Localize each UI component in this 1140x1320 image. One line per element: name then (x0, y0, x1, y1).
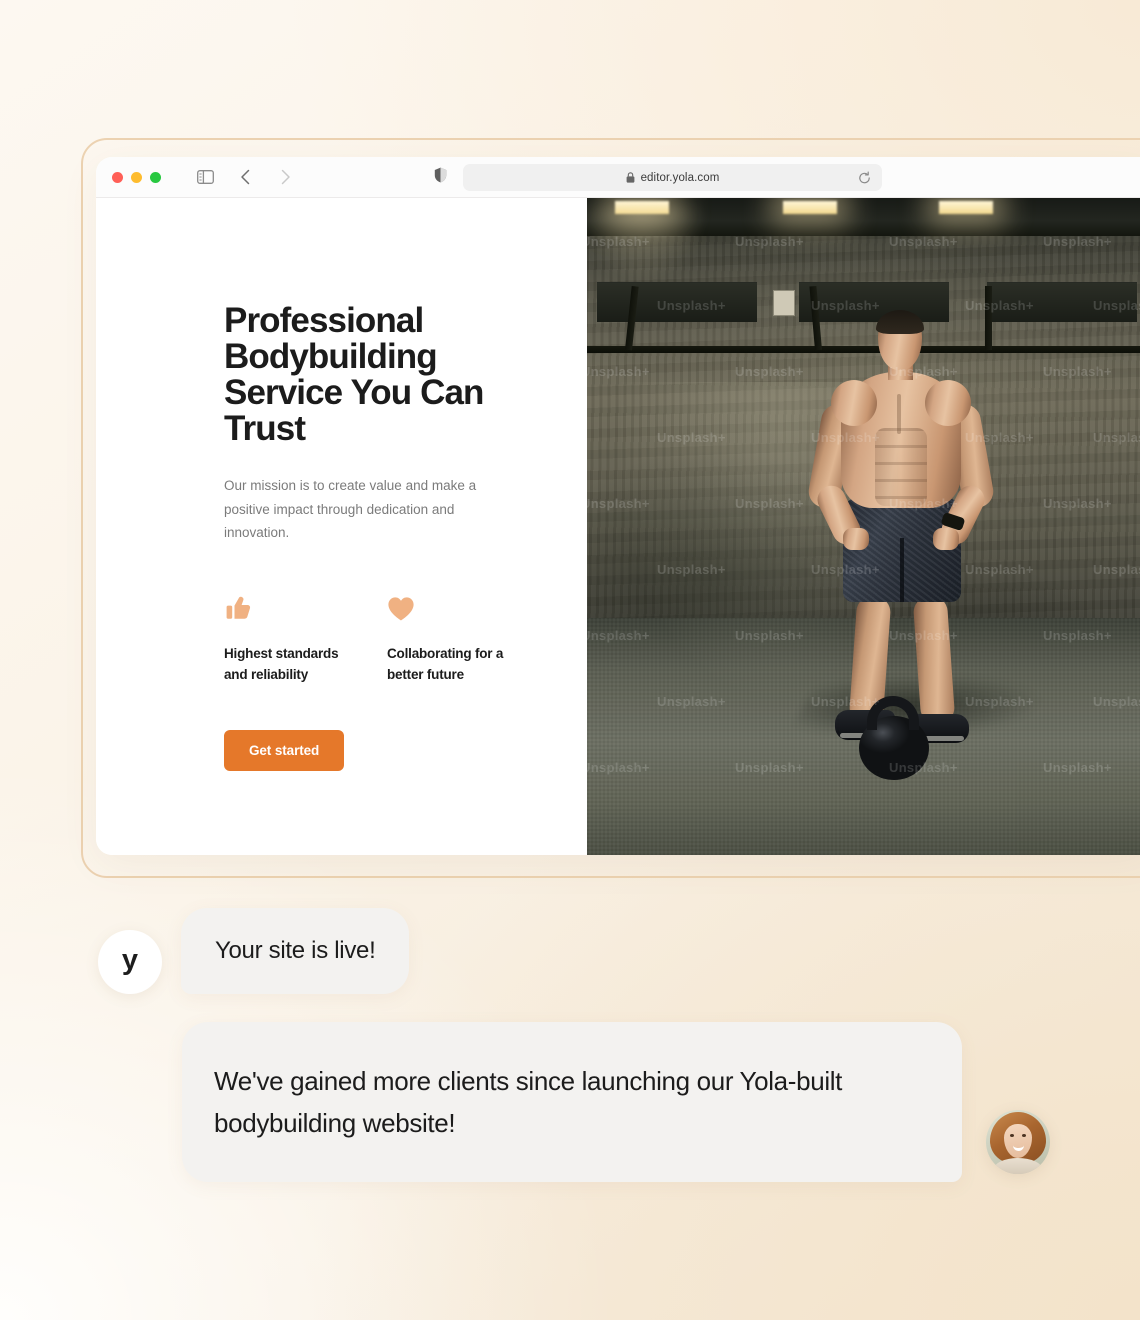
window-traffic-lights (112, 171, 161, 183)
toolbar-nav-icons (196, 169, 294, 185)
address-bar-group: editor.yola.com (434, 164, 882, 191)
chat-message-row: We've gained more clients since launchin… (182, 1022, 1050, 1183)
left-shoulder (831, 380, 877, 426)
abdominal-shading (875, 428, 927, 506)
close-window-button[interactable] (112, 171, 123, 183)
get-started-button[interactable]: Get started (224, 730, 345, 772)
avatar-shoulders (994, 1158, 1042, 1175)
promo-page: editor.yola.com Professional Bodybuildin… (0, 0, 1140, 1320)
chat-bubble-site-live: Your site is live! (181, 908, 410, 994)
chat-message-text: Your site is live! (215, 937, 376, 964)
user-photo-avatar (986, 1110, 1050, 1175)
feature-item-standards: Highest standards and reliability (224, 592, 387, 686)
chat-message-text: We've gained more clients since launchin… (214, 1066, 843, 1139)
gym-photo: Unsplash+ Unsplash+ Unsplash+ Unsplash+ … (587, 198, 1140, 855)
site-preview: Professional Bodybuilding Service You Ca… (96, 198, 1140, 855)
back-chevron-icon[interactable] (236, 169, 254, 185)
address-url-text: editor.yola.com (640, 171, 720, 184)
feature-label: Highest standards and reliability (224, 646, 339, 683)
hero-text-column: Professional Bodybuilding Service You Ca… (96, 198, 587, 855)
chat-bubble-testimonial: We've gained more clients since launchin… (182, 1022, 962, 1183)
shorts-seam (900, 538, 904, 602)
forward-chevron-icon[interactable] (276, 169, 294, 185)
sidebar-toggle-icon[interactable] (196, 169, 214, 185)
right-leg (912, 594, 956, 726)
yola-logo-letter: y (121, 943, 139, 976)
right-shoulder (925, 380, 971, 426)
maximize-window-button[interactable] (150, 171, 161, 183)
thumbs-up-icon (224, 592, 387, 622)
hair (876, 310, 924, 334)
yola-logo-avatar: y (98, 930, 162, 994)
hero-paragraph: Our mission is to create value and make … (224, 478, 477, 540)
minimize-window-button[interactable] (131, 171, 142, 183)
page-title: Professional Bodybuilding Service You Ca… (224, 301, 484, 449)
feature-item-collaboration: Collaborating for a better future (387, 592, 550, 686)
feature-label: Collaborating for a better future (387, 646, 504, 683)
lock-icon (626, 172, 635, 183)
bodybuilder-figure (587, 198, 1140, 855)
reload-icon[interactable] (858, 171, 871, 184)
hero-image: Unsplash+ Unsplash+ Unsplash+ Unsplash+ … (587, 198, 1140, 855)
chat-message-row: y Your site is live! (98, 908, 410, 994)
browser-window: editor.yola.com Professional Bodybuildin… (96, 157, 1140, 855)
address-bar[interactable]: editor.yola.com (463, 164, 882, 191)
feature-list: Highest standards and reliability Collab… (224, 592, 587, 686)
privacy-shield-icon[interactable] (434, 167, 447, 188)
right-hand (933, 528, 959, 550)
left-hand (843, 528, 869, 550)
chest-shading (897, 394, 901, 434)
browser-toolbar: editor.yola.com (96, 157, 1140, 198)
heart-icon (387, 592, 550, 622)
